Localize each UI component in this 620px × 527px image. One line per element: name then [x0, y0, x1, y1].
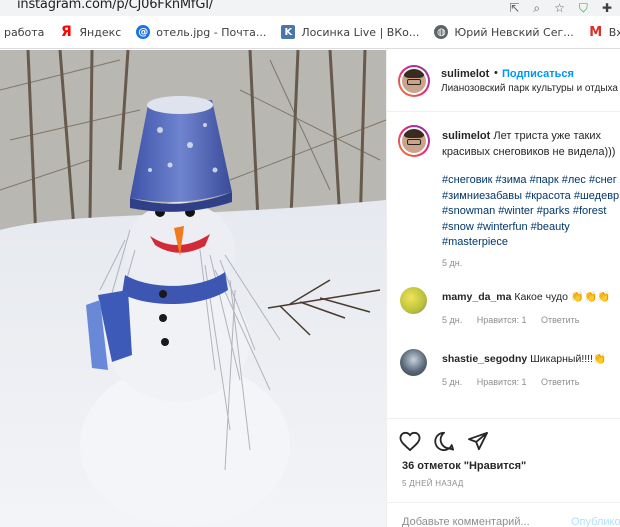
bookmark-yandex[interactable]: Я Яндекс — [59, 24, 122, 40]
share-send-icon[interactable] — [467, 431, 489, 451]
separator-dot: • — [494, 67, 498, 79]
author-photo — [402, 129, 426, 153]
caption-time[interactable]: 5 дн. — [442, 258, 462, 268]
mail-at-icon: @ — [136, 25, 151, 39]
hashtag-line[interactable]: #snow #winterfun #beauty — [442, 220, 620, 236]
hashtag-line[interactable]: #снеговик #зима #парк #лес #снег — [442, 173, 620, 189]
globe-icon: ◍ — [434, 25, 449, 39]
bookmarks-bar: работа Я Яндекс @ отель.jpg - Почта... K… — [0, 16, 620, 49]
extensions-puzzle-icon[interactable]: ✚ — [602, 1, 612, 15]
follow-button[interactable]: Подписаться — [502, 68, 574, 80]
comment-likes[interactable]: Нравится: 1 — [477, 315, 527, 325]
comment-item: shastie_segodny Шикарный!!!!👏 5 дн. Нрав… — [387, 349, 620, 399]
hashtag-line[interactable]: #masterpiece — [442, 235, 620, 251]
likes-count[interactable]: 36 отметок "Нравится" — [402, 460, 526, 472]
post-header: sulimelot • Подписаться Лианозовский пар… — [387, 50, 620, 112]
add-comment-bar: Добавьте комментарий... Опубликовать — [387, 502, 620, 527]
author-photo — [402, 69, 426, 93]
post-side-panel: sulimelot • Подписаться Лианозовский пар… — [386, 50, 620, 527]
comment-meta: 5 дн. Нравится: 1 Ответить — [442, 377, 591, 387]
star-icon[interactable]: ☆ — [554, 1, 565, 15]
snowman-photo-illustration — [0, 50, 386, 527]
hashtag-line[interactable]: #зимниезабавы #красота #шедевр — [442, 189, 620, 205]
address-bar[interactable]: instagram.com/p/CJ06FknMfGI/ ⇱ ⌕ ☆ ⛉ ✚ — [0, 0, 620, 16]
commenter-username[interactable]: mamy_da_ma — [442, 291, 511, 303]
bookmark-label: Входящие — [608, 25, 620, 39]
share-icon[interactable]: ⇱ — [509, 1, 519, 15]
address-bar-icons: ⇱ ⌕ ☆ ⛉ ✚ — [509, 0, 612, 16]
comment-time[interactable]: 5 дн. — [442, 315, 462, 325]
url-text[interactable]: instagram.com/p/CJ06FknMfGI/ — [17, 0, 213, 12]
comment-time[interactable]: 5 дн. — [442, 377, 462, 387]
bookmark-yuri-nevsky[interactable]: ◍ Юрий Невский Сег... — [434, 25, 574, 39]
comment-meta: 5 дн. Нравится: 1 Ответить — [442, 315, 591, 325]
avatar[interactable] — [398, 125, 430, 157]
commenter-avatar[interactable] — [400, 349, 427, 376]
heart-icon[interactable] — [399, 431, 421, 451]
bookmark-rabota[interactable]: работа — [4, 25, 44, 39]
zoom-icon[interactable]: ⌕ — [533, 1, 540, 15]
location-link[interactable]: Лианозовский парк культуры и отдыха — [441, 83, 618, 94]
comments-list[interactable]: sulimelot Лет триста уже таких красивых … — [387, 113, 620, 418]
caption-username[interactable]: sulimelot — [442, 130, 490, 142]
vk-icon: K — [281, 25, 296, 39]
comment-body: Шикарный!!!!👏 — [530, 353, 607, 365]
bookmark-losinka-vk[interactable]: K Лосинка Live | ВКо... — [281, 25, 419, 39]
commenter-username[interactable]: shastie_segodny — [442, 353, 527, 365]
reply-button[interactable]: Ответить — [541, 377, 579, 387]
avatar[interactable] — [398, 65, 430, 97]
comment-likes[interactable]: Нравится: 1 — [477, 377, 527, 387]
hashtag-line[interactable]: #snowman #winter #parks #forest — [442, 204, 620, 220]
reply-button[interactable]: Ответить — [541, 315, 579, 325]
commenter-avatar[interactable] — [400, 287, 427, 314]
comment-text: mamy_da_ma Какое чудо 👏👏👏 — [442, 290, 620, 303]
screenshot-frame: instagram.com/p/CJ06FknMfGI/ ⇱ ⌕ ☆ ⛉ ✚ р… — [0, 0, 620, 527]
comment-text: shastie_segodny Шикарный!!!!👏 — [442, 352, 620, 365]
post-photo[interactable] — [0, 50, 386, 527]
bookmark-label: Лосинка Live | ВКо... — [301, 25, 420, 39]
bookmark-label: работа — [4, 25, 45, 39]
action-icons — [399, 431, 489, 451]
comment-item: mamy_da_ma Какое чудо 👏👏👏 5 дн. Нравится… — [387, 287, 620, 337]
shield-check-icon[interactable]: ⛉ — [579, 1, 588, 15]
post-time[interactable]: 5 ДНЕЙ НАЗАД — [402, 479, 464, 488]
comment-body: Какое чудо 👏👏👏 — [514, 291, 611, 303]
bookmark-label: Яндекс — [79, 25, 122, 39]
bookmark-hotel-mail[interactable]: @ отель.jpg - Почта... — [136, 25, 266, 39]
comment-input[interactable]: Добавьте комментарий... — [402, 516, 530, 527]
hashtags: #снеговик #зима #парк #лес #снег #зимние… — [442, 173, 620, 251]
author-username[interactable]: sulimelot — [441, 68, 489, 80]
bookmark-gmail-inbox[interactable]: M Входящие — [589, 24, 620, 40]
caption: sulimelot Лет триста уже таких красивых … — [442, 128, 620, 160]
bookmark-label: отель.jpg - Почта... — [156, 25, 267, 39]
yandex-icon: Я — [61, 24, 72, 40]
bookmark-label: Юрий Невский Сег... — [454, 25, 574, 39]
publish-button[interactable]: Опубликовать — [571, 516, 620, 527]
gmail-icon: M — [589, 24, 603, 40]
comment-icon[interactable] — [433, 431, 455, 451]
post-actions: 36 отметок "Нравится" 5 ДНЕЙ НАЗАД — [387, 418, 620, 498]
